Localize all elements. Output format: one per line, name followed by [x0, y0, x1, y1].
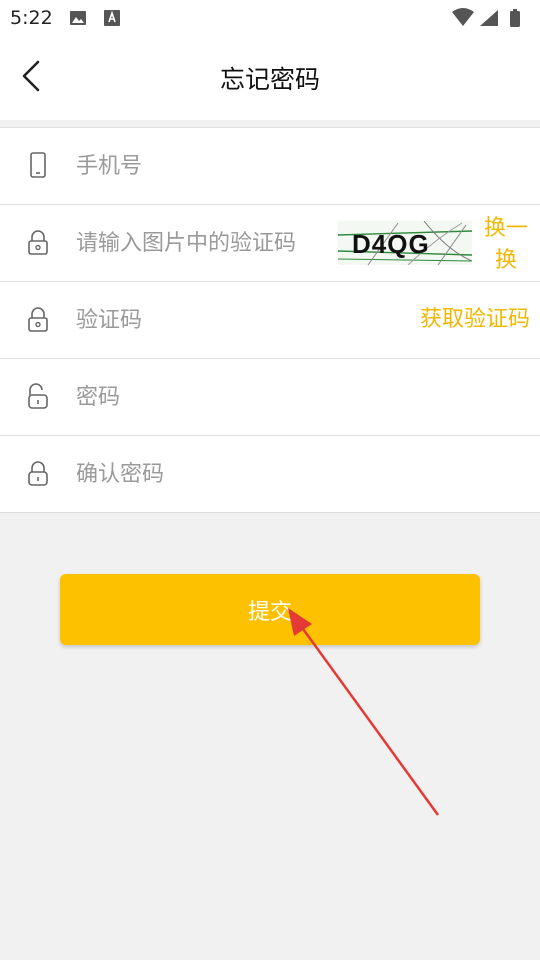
- captcha-image[interactable]: D4QG: [337, 220, 473, 266]
- password-input[interactable]: [76, 359, 496, 435]
- submit-button[interactable]: 提交: [60, 574, 480, 645]
- app-header: 忘记密码: [0, 36, 540, 120]
- password-row: [0, 359, 540, 436]
- get-code-button[interactable]: 获取验证码: [420, 282, 530, 358]
- image-code-row: D4QG 换一换: [0, 205, 540, 282]
- phone-input[interactable]: [76, 128, 496, 204]
- lock-icon: [28, 461, 48, 486]
- font-notification-icon: [104, 10, 120, 26]
- gallery-notification-icon: [70, 11, 86, 25]
- wifi-icon: [452, 8, 474, 26]
- captcha-text: D4QG: [352, 229, 430, 259]
- forgot-password-form: D4QG 换一换 获取验证码: [0, 127, 540, 513]
- lock-icon: [28, 230, 48, 255]
- status-icons: [452, 8, 520, 27]
- signal-icon: [480, 10, 498, 26]
- sms-code-input[interactable]: [76, 282, 396, 358]
- status-time: 5:22: [10, 7, 53, 29]
- sms-code-row: 获取验证码: [0, 282, 540, 359]
- page-title: 忘记密码: [219, 65, 320, 94]
- confirm-password-input[interactable]: [76, 436, 496, 512]
- status-bar: 5:22: [0, 0, 540, 36]
- lock-icon: [28, 307, 48, 332]
- unlock-icon: [28, 383, 48, 409]
- battery-icon: [510, 11, 520, 27]
- phone-row: [0, 128, 540, 205]
- refresh-captcha-link[interactable]: 换一换: [478, 213, 534, 277]
- image-code-input[interactable]: [76, 205, 326, 281]
- confirm-password-row: [0, 436, 540, 513]
- phone-icon: [30, 152, 46, 178]
